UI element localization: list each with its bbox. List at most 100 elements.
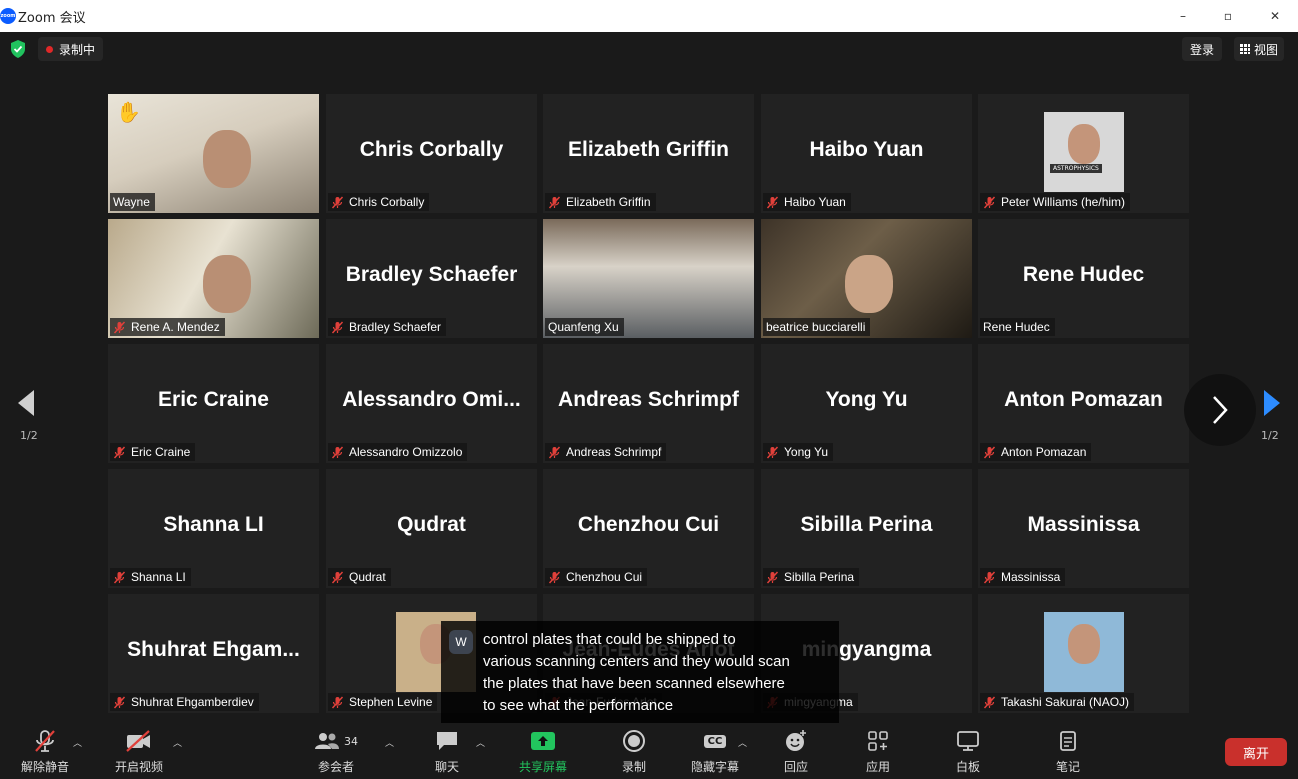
- recording-indicator[interactable]: 录制中: [38, 37, 104, 61]
- participant-tile[interactable]: Sibilla Perina Sibilla Perina: [761, 469, 972, 588]
- signin-button[interactable]: 登录: [1182, 37, 1223, 61]
- participant-face: [202, 129, 251, 188]
- muted-mic-icon: [548, 195, 561, 209]
- participant-tile[interactable]: Shanna LI Shanna LI: [108, 469, 319, 588]
- reactions-label: 回应: [783, 760, 808, 774]
- participants-button[interactable]: 34 参会者: [312, 726, 360, 779]
- participant-tile[interactable]: Haibo Yuan Haibo Yuan: [761, 94, 972, 213]
- muted-mic-icon: [548, 570, 561, 584]
- participant-tile[interactable]: Qudrat Qudrat: [326, 469, 537, 588]
- muted-mic-icon: [766, 570, 779, 584]
- participant-name: Alessandro Omizzolo: [349, 445, 463, 459]
- participant-tile[interactable]: Alessandro Omi... Alessandro Omizzolo: [326, 344, 537, 463]
- muted-mic-icon: [548, 445, 561, 459]
- view-button[interactable]: 视图: [1234, 37, 1285, 61]
- participant-name-label: Bradley Schaefer: [328, 318, 447, 336]
- participant-tile[interactable]: Rene A. Mendez: [108, 219, 319, 338]
- participant-name: Massinissa: [1001, 570, 1061, 584]
- participant-display-name: Eric Craine: [158, 388, 269, 411]
- profile-picture: [1044, 612, 1124, 692]
- participant-name-label: Shanna LI: [110, 568, 191, 586]
- record-button[interactable]: 录制: [614, 726, 654, 779]
- participant-name-label: Takashi Sakurai (NAOJ): [980, 693, 1135, 711]
- close-window-button[interactable]: ✕: [1252, 0, 1298, 32]
- participant-name: Rene Hudec: [983, 320, 1050, 334]
- participant-name: Elizabeth Griffin: [566, 195, 651, 209]
- reactions-button[interactable]: 回应: [776, 726, 816, 779]
- participant-name: Stephen Levine: [349, 695, 433, 709]
- participant-display-name: Shanna LI: [163, 513, 264, 536]
- participant-name: Rene A. Mendez: [131, 320, 220, 334]
- participant-tile[interactable]: Chenzhou Cui Chenzhou Cui: [543, 469, 754, 588]
- view-label: 视图: [1254, 42, 1279, 57]
- chat-label: 聊天: [434, 760, 459, 774]
- participant-name-label: Yong Yu: [763, 443, 834, 461]
- maximize-button[interactable]: ▫: [1205, 0, 1251, 32]
- notes-label: 笔记: [1055, 760, 1080, 774]
- live-caption: W control plates that could be shipped t…: [441, 621, 839, 723]
- participant-tile[interactable]: Eric Craine Eric Craine: [108, 344, 319, 463]
- notes-icon: [1060, 731, 1076, 751]
- muted-mic-icon: [113, 320, 126, 334]
- caption-line-3: the plates that have been scanned elsewh…: [483, 675, 785, 692]
- participant-tile[interactable]: Takashi Sakurai (NAOJ): [978, 594, 1189, 713]
- chat-options-caret-icon[interactable]: ︿: [476, 736, 485, 749]
- participant-tile[interactable]: ASTROPHYSICS Peter Williams (he/him): [978, 94, 1189, 213]
- share-screen-icon: [531, 732, 555, 750]
- participant-tile[interactable]: Yong Yu Yong Yu: [761, 344, 972, 463]
- chat-button[interactable]: 聊天: [428, 726, 466, 779]
- previous-page-arrow-icon[interactable]: [16, 388, 36, 418]
- notes-button[interactable]: 笔记: [1048, 726, 1088, 779]
- participant-tile[interactable]: Andreas Schrimpf Andreas Schrimpf: [543, 344, 754, 463]
- share-screen-button[interactable]: 共享屏幕: [514, 726, 572, 779]
- muted-mic-icon: [766, 445, 779, 459]
- muted-mic-icon: [113, 570, 126, 584]
- participant-tile[interactable]: Anton Pomazan Anton Pomazan: [978, 344, 1189, 463]
- video-options-caret-icon[interactable]: ︿: [173, 736, 182, 749]
- security-shield-icon[interactable]: [10, 40, 26, 58]
- participant-tile[interactable]: Massinissa Massinissa: [978, 469, 1189, 588]
- captions-options-caret-icon[interactable]: ︿: [738, 736, 747, 749]
- zoom-logo-icon: zoom: [0, 8, 16, 24]
- audio-options-caret-icon[interactable]: ︿: [73, 736, 82, 749]
- muted-mic-icon: [983, 695, 996, 709]
- participant-tile[interactable]: Chris Corbally Chris Corbally: [326, 94, 537, 213]
- hide-captions-button[interactable]: CC 隐藏字幕: [686, 726, 744, 779]
- caption-line-2: various scanning centers and they would …: [483, 653, 790, 670]
- video-off-icon: [126, 730, 150, 752]
- unmute-button[interactable]: 解除静音: [18, 726, 72, 779]
- whiteboard-button[interactable]: 白板: [948, 726, 988, 779]
- participant-name-label: Chenzhou Cui: [545, 568, 648, 586]
- participant-tile[interactable]: Elizabeth Griffin Elizabeth Griffin: [543, 94, 754, 213]
- participants-options-caret-icon[interactable]: ︿: [385, 736, 394, 749]
- apps-button[interactable]: 应用: [858, 726, 898, 779]
- participant-name: Chris Corbally: [349, 195, 425, 209]
- unmute-label: 解除静音: [20, 760, 69, 774]
- record-icon: [623, 730, 645, 752]
- start-video-button[interactable]: 开启视频: [110, 726, 168, 779]
- next-page-button[interactable]: [1184, 374, 1256, 446]
- apps-label: 应用: [865, 760, 890, 774]
- participant-display-name: Alessandro Omi...: [342, 388, 521, 411]
- participant-tile[interactable]: ✋ Wayne: [108, 94, 319, 213]
- participant-display-name: Shuhrat Ehgam...: [127, 638, 300, 661]
- participant-name-label: Rene A. Mendez: [110, 318, 225, 336]
- participant-tile[interactable]: Bradley Schaefer Bradley Schaefer: [326, 219, 537, 338]
- muted-mic-icon: [113, 695, 126, 709]
- participant-name: Anton Pomazan: [1001, 445, 1087, 459]
- participant-name: Haibo Yuan: [784, 195, 846, 209]
- participant-name-label: beatrice bucciarelli: [763, 318, 871, 336]
- leave-meeting-button[interactable]: 离开: [1225, 738, 1287, 766]
- minimize-button[interactable]: –: [1160, 0, 1206, 32]
- participant-display-name: Rene Hudec: [1022, 263, 1145, 286]
- next-page-arrow-icon[interactable]: [1262, 388, 1282, 418]
- whiteboard-icon: [957, 731, 979, 751]
- participant-tile[interactable]: Quanfeng Xu: [543, 219, 754, 338]
- participant-tile[interactable]: beatrice bucciarelli: [761, 219, 972, 338]
- participant-name-label: Sibilla Perina: [763, 568, 860, 586]
- participant-name: Sibilla Perina: [784, 570, 855, 584]
- participant-tile[interactable]: Shuhrat Ehgam... Shuhrat Ehgamberdiev: [108, 594, 319, 713]
- share-screen-label: 共享屏幕: [518, 760, 567, 774]
- participant-name: Shanna LI: [131, 570, 186, 584]
- participant-tile[interactable]: Rene Hudec Rene Hudec: [978, 219, 1189, 338]
